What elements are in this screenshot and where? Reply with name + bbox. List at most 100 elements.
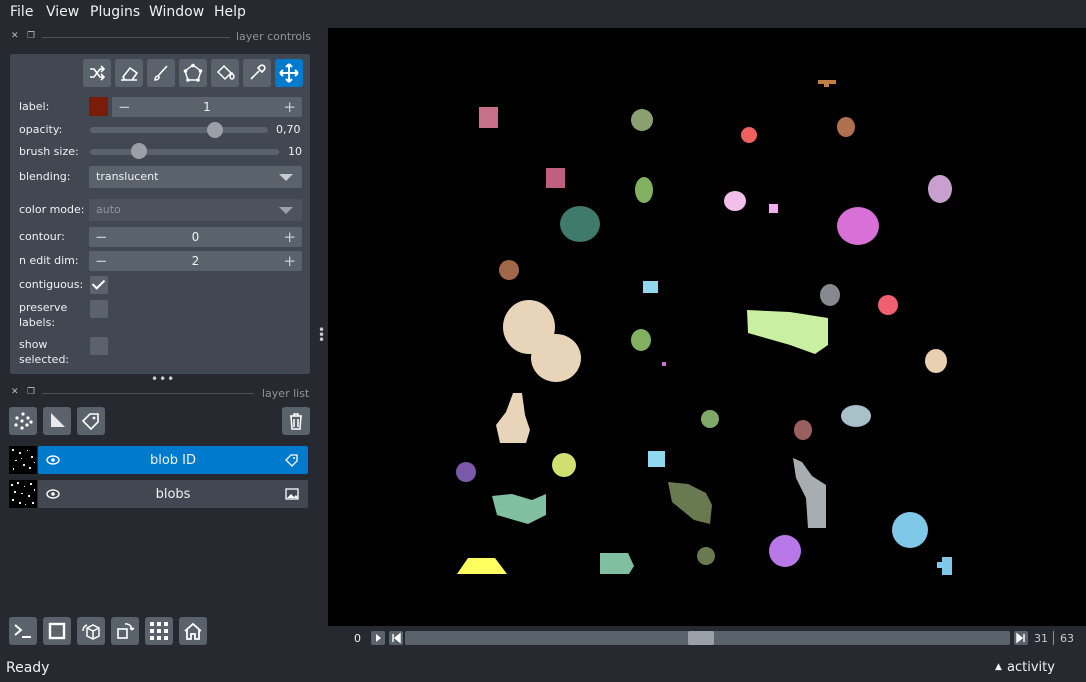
step-back-button[interactable] (389, 631, 403, 645)
layer-thumbnail (9, 446, 37, 474)
n-edit-dim-spinbox[interactable]: − 2 + (89, 251, 302, 271)
menu-window[interactable]: Window (149, 4, 204, 20)
new-labels-layer-button[interactable] (77, 407, 105, 435)
image-icon (285, 488, 299, 500)
blending-dropdown[interactable]: translucent (89, 166, 302, 188)
reset-view-button[interactable] (179, 617, 207, 645)
menu-view[interactable]: View (46, 4, 79, 20)
decrement-icon[interactable]: − (95, 228, 108, 246)
color-mode-label: color mode: (19, 203, 85, 216)
current-frame-label: 0 (354, 632, 361, 645)
color-mode-dropdown[interactable]: auto (89, 199, 302, 221)
color-picker-icon (250, 64, 266, 80)
home-icon (184, 622, 202, 640)
viewer-canvas[interactable] (328, 28, 1086, 626)
brush-size-slider-handle[interactable] (131, 143, 148, 159)
dock-divider (42, 37, 230, 38)
polygon-icon (183, 63, 203, 82)
decrement-icon[interactable]: − (118, 98, 131, 116)
n-edit-dim-value: 2 (191, 254, 200, 268)
console-icon (14, 624, 31, 638)
transpose-dims-button[interactable] (111, 617, 139, 645)
paintbrush-button[interactable] (147, 59, 175, 87)
increment-icon[interactable]: + (283, 228, 296, 246)
grid-view-button[interactable] (145, 617, 173, 645)
layer-row-blob-id[interactable]: blob ID (38, 446, 308, 474)
layer-row-blobs[interactable]: blobs (38, 480, 308, 508)
opacity-slider[interactable] (90, 127, 268, 133)
chevron-up-icon[interactable]: ▲ (995, 662, 1002, 672)
preserve-labels-label-line2: labels: (19, 316, 56, 329)
preserve-labels-checkbox[interactable] (90, 300, 108, 318)
layer-thumbnail (9, 480, 37, 508)
brush-size-slider[interactable] (90, 149, 279, 155)
dock-float-icon[interactable]: ❐ (27, 388, 35, 397)
menu-file[interactable]: File (10, 4, 33, 20)
eraser-icon (121, 66, 139, 81)
2d-3d-toggle-icon (48, 622, 66, 640)
roll-dims-icon (82, 624, 100, 640)
move-pan-button[interactable] (275, 59, 303, 87)
dock-float-icon[interactable]: ❐ (27, 32, 35, 41)
contour-spinbox[interactable]: − 0 + (89, 227, 302, 247)
dims-total-label: 63 (1060, 632, 1074, 645)
dock-divider (42, 393, 254, 394)
contiguous-checkbox[interactable] (90, 276, 108, 294)
dims-position-label: 31 (1034, 632, 1048, 645)
shuffle-colors-icon (90, 65, 106, 81)
layer-controls-title: layer controls (236, 30, 311, 43)
dims-slider-handle[interactable] (688, 631, 715, 645)
opacity-label: opacity: (19, 123, 63, 136)
delete-layer-button[interactable] (282, 407, 310, 435)
shapes-icon (51, 413, 65, 427)
increment-icon[interactable]: + (283, 98, 296, 116)
menu-help[interactable]: Help (214, 4, 246, 20)
toggle-ndisplay-button[interactable] (43, 617, 71, 645)
new-points-layer-button[interactable] (9, 407, 37, 435)
play-button[interactable] (371, 631, 385, 645)
points-icon (14, 412, 33, 430)
skip-back-icon (392, 632, 401, 644)
shuffle-colors-button[interactable] (83, 59, 111, 87)
dims-separator (1053, 631, 1054, 645)
layer-list-title: layer list (262, 387, 310, 400)
fill-bucket-button[interactable] (211, 59, 239, 87)
opacity-value: 0,70 (276, 123, 301, 136)
color-mode-value: auto (96, 203, 121, 216)
label-color-swatch[interactable] (89, 97, 108, 116)
status-text: Ready (6, 660, 50, 676)
color-picker-button[interactable] (243, 59, 271, 87)
label-spinbox[interactable]: − 1 + (112, 97, 302, 117)
new-shapes-layer-button[interactable] (43, 407, 71, 435)
dock-close-icon[interactable]: ✕ (11, 388, 19, 397)
dock-resize-handle-icon[interactable]: ••• (151, 372, 175, 386)
menu-plugins[interactable]: Plugins (90, 4, 140, 20)
show-selected-label-line2: selected: (19, 353, 70, 366)
show-selected-label-line1: show (19, 338, 48, 351)
blending-label: blending: (19, 170, 71, 183)
labels-tag-icon (81, 413, 99, 431)
grid-icon (150, 622, 168, 640)
show-selected-checkbox[interactable] (90, 337, 108, 355)
polygon-button[interactable] (179, 59, 207, 87)
activity-button[interactable]: activity (1007, 660, 1055, 675)
contour-value: 0 (191, 230, 200, 244)
dock-close-icon[interactable]: ✕ (11, 32, 19, 41)
eraser-button[interactable] (115, 59, 143, 87)
menubar: File View Plugins Window Help (0, 0, 1086, 26)
preserve-labels-label-line1: preserve (19, 301, 68, 314)
roll-dims-button[interactable] (77, 617, 105, 645)
layer-name: blob ID (149, 453, 197, 468)
chevron-down-icon (279, 174, 293, 181)
skip-forward-icon (1016, 632, 1025, 644)
increment-icon[interactable]: + (283, 252, 296, 270)
console-button[interactable] (9, 617, 37, 645)
opacity-slider-handle[interactable] (206, 122, 223, 138)
dims-slider-bar: 0 31 63 (328, 627, 1086, 649)
move-pan-icon (279, 63, 299, 83)
splitter-handle-icon[interactable]: • • • (318, 324, 325, 346)
play-icon (376, 634, 381, 642)
step-forward-button[interactable] (1014, 631, 1028, 645)
decrement-icon[interactable]: − (95, 252, 108, 270)
labels-tag-icon (285, 454, 298, 467)
